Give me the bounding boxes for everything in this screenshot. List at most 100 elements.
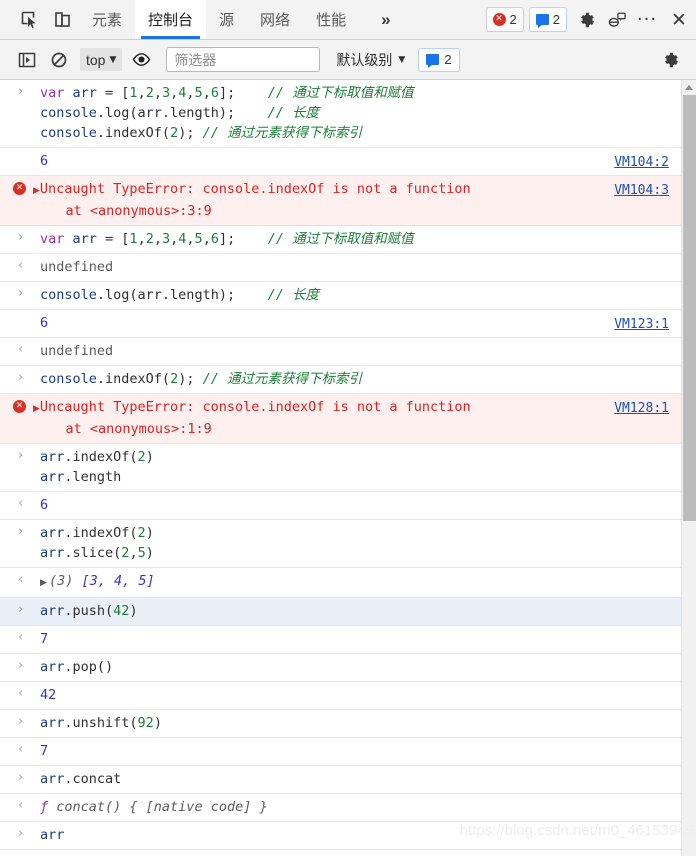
console-input-row[interactable]: ›arr.push(42) bbox=[0, 598, 681, 626]
tab-network[interactable]: 网络 bbox=[247, 0, 303, 39]
close-icon[interactable]: ✕ bbox=[662, 9, 696, 31]
console-log-row[interactable]: 6VM104:2 bbox=[0, 148, 681, 176]
source-link[interactable]: VM104:3 bbox=[614, 181, 669, 201]
message-count-badge[interactable]: 2 bbox=[529, 7, 567, 32]
console-input-row[interactable]: ›arr bbox=[0, 822, 681, 850]
tab-console-label: 控制台 bbox=[148, 9, 193, 30]
tab-console[interactable]: 控制台 bbox=[135, 0, 206, 39]
console-result-row[interactable]: ‹undefined bbox=[0, 338, 681, 366]
console-input-row[interactable]: ›console.indexOf(2); // 通过元素获得下标索引 bbox=[0, 366, 681, 394]
console-array-result-row[interactable]: ‹▶(7) [92, 1, 2, 3, 4, 5, 6] bbox=[0, 850, 681, 856]
source-link[interactable]: VM123:1 bbox=[614, 315, 669, 335]
inspect-cursor-icon[interactable] bbox=[13, 0, 46, 39]
more-tabs-chevron-icon[interactable]: » bbox=[371, 0, 400, 39]
console-array-result-row[interactable]: ‹▶(3) [3, 4, 5] bbox=[0, 568, 681, 598]
error-count-badge[interactable]: ✕ 2 bbox=[486, 7, 524, 32]
scroll-up-arrow-icon[interactable] bbox=[682, 80, 696, 94]
input-prompt-icon: › bbox=[18, 659, 32, 672]
execution-context-select[interactable]: top ▼ bbox=[80, 48, 122, 71]
output-prompt-icon: ‹ bbox=[18, 743, 32, 756]
input-prompt-icon: › bbox=[18, 449, 32, 462]
error-circle-icon: ✕ bbox=[13, 400, 26, 413]
output-prompt-icon: ‹ bbox=[18, 497, 32, 510]
console-error-text: ▶Uncaught TypeError: console.indexOf is … bbox=[0, 179, 681, 221]
console-input-row[interactable]: ›arr.indexOf(2) arr.slice(2,5) bbox=[0, 520, 681, 568]
console-error-row[interactable]: ✕▶Uncaught TypeError: console.indexOf is… bbox=[0, 176, 681, 226]
more-options-icon[interactable]: ··· bbox=[632, 9, 662, 30]
console-input-code: arr bbox=[0, 825, 681, 845]
input-prompt-icon: › bbox=[18, 603, 32, 616]
console-input-code: var arr = [1,2,3,4,5,6]; // 通过下标取值和赋值 bbox=[0, 229, 681, 249]
log-level-select[interactable]: 默认级别 ▼ bbox=[336, 50, 405, 70]
tab-elements[interactable]: 元素 bbox=[79, 0, 135, 39]
input-prompt-icon: › bbox=[18, 371, 32, 384]
console-result-row[interactable]: ‹42 bbox=[0, 682, 681, 710]
console-input-row[interactable]: ›arr.concat bbox=[0, 766, 681, 794]
console-result-row[interactable]: ‹7 bbox=[0, 738, 681, 766]
gear-icon[interactable] bbox=[572, 11, 602, 29]
expand-triangle-icon: ▶ bbox=[40, 573, 49, 593]
tab-sources[interactable]: 源 bbox=[206, 0, 247, 39]
console-input-row[interactable]: ›arr.unshift(92) bbox=[0, 710, 681, 738]
console-vertical-scrollbar[interactable] bbox=[681, 80, 696, 856]
console-input-row[interactable]: ›var arr = [1,2,3,4,5,6]; // 通过下标取值和赋值 bbox=[0, 226, 681, 254]
console-sidebar-icon[interactable] bbox=[12, 47, 42, 73]
console-function-result-row[interactable]: ‹ƒ concat() { [native code] } bbox=[0, 794, 681, 822]
source-link[interactable]: VM128:1 bbox=[614, 399, 669, 419]
console-input-code: console.log(arr.length); // 长度 bbox=[0, 285, 681, 305]
console-input-row[interactable]: ›arr.pop() bbox=[0, 654, 681, 682]
console-input-row[interactable]: ›arr.indexOf(2) arr.length bbox=[0, 444, 681, 492]
error-count-label: 2 bbox=[510, 12, 517, 27]
console-input-row[interactable]: ›var arr = [1,2,3,4,5,6]; // 通过下标取值和赋值 c… bbox=[0, 80, 681, 148]
expand-triangle-icon: ▶ bbox=[33, 404, 40, 414]
console-input-code: arr.unshift(92) bbox=[0, 713, 681, 733]
console-error-row[interactable]: ✕▶Uncaught TypeError: console.indexOf is… bbox=[0, 394, 681, 444]
console-input-code: arr.concat bbox=[0, 769, 681, 789]
tab-network-label: 网络 bbox=[260, 9, 290, 30]
console-result-value: 42 bbox=[0, 685, 681, 705]
console-settings-gear-icon[interactable] bbox=[656, 47, 686, 73]
tab-performance[interactable]: 性能 bbox=[303, 0, 359, 39]
console-error-text: ▶Uncaught TypeError: console.indexOf is … bbox=[0, 397, 681, 439]
source-link[interactable]: VM104:2 bbox=[614, 153, 669, 173]
output-prompt-icon: ‹ bbox=[18, 631, 32, 644]
console-input-row[interactable]: ›console.log(arr.length); // 长度 bbox=[0, 282, 681, 310]
console-scroll-area[interactable]: ›var arr = [1,2,3,4,5,6]; // 通过下标取值和赋值 c… bbox=[0, 80, 681, 856]
console-input-code: var arr = [1,2,3,4,5,6]; // 通过下标取值和赋值 co… bbox=[0, 83, 681, 143]
console-toolbar: top ▼ 默认级别 ▼ 2 bbox=[0, 40, 696, 80]
message-bubble-icon bbox=[536, 14, 549, 25]
console-input-code: arr.indexOf(2) arr.slice(2,5) bbox=[0, 523, 681, 563]
console-log-value: 6 bbox=[0, 151, 681, 171]
console-message-count-badge[interactable]: 2 bbox=[418, 48, 459, 72]
message-bubble-icon bbox=[426, 54, 439, 65]
chevron-down-icon: ▼ bbox=[109, 55, 116, 65]
console-result-row[interactable]: ‹6 bbox=[0, 492, 681, 520]
console-function-value: ƒ concat() { [native code] } bbox=[0, 797, 681, 817]
expand-triangle-icon: ▶ bbox=[33, 186, 40, 196]
console-message-count-label: 2 bbox=[444, 52, 451, 67]
console-log-row[interactable]: 6VM123:1 bbox=[0, 310, 681, 338]
console-result-value: 6 bbox=[0, 495, 681, 515]
console-input-code: console.indexOf(2); // 通过元素获得下标索引 bbox=[0, 369, 681, 389]
console-input-code: arr.indexOf(2) arr.length bbox=[0, 447, 681, 487]
output-prompt-icon: ‹ bbox=[18, 259, 32, 272]
console-array-value[interactable]: ▶(3) [3, 4, 5] bbox=[0, 571, 681, 593]
filter-input[interactable] bbox=[166, 47, 320, 72]
console-log-value: 6 bbox=[0, 313, 681, 333]
tab-sources-label: 源 bbox=[219, 9, 234, 30]
console-result-row[interactable]: ‹7 bbox=[0, 626, 681, 654]
device-toolbar-icon[interactable] bbox=[46, 0, 79, 39]
input-prompt-icon: › bbox=[18, 85, 32, 98]
console-result-row[interactable]: ‹undefined bbox=[0, 254, 681, 282]
output-prompt-icon: ‹ bbox=[18, 687, 32, 700]
tabbar-spacer bbox=[401, 0, 486, 39]
input-prompt-icon: › bbox=[18, 287, 32, 300]
devtools-panel: 元素 控制台 源 网络 性能 » ✕ 2 2 bbox=[0, 0, 696, 856]
log-level-label: 默认级别 bbox=[336, 50, 392, 70]
console-result-value: undefined bbox=[0, 257, 681, 277]
devtools-customize-icon[interactable] bbox=[602, 11, 632, 29]
clear-console-icon[interactable] bbox=[44, 47, 74, 73]
console-result-value: 7 bbox=[0, 629, 681, 649]
scrollbar-thumb[interactable] bbox=[683, 95, 696, 521]
live-expression-eye-icon[interactable] bbox=[126, 47, 156, 73]
